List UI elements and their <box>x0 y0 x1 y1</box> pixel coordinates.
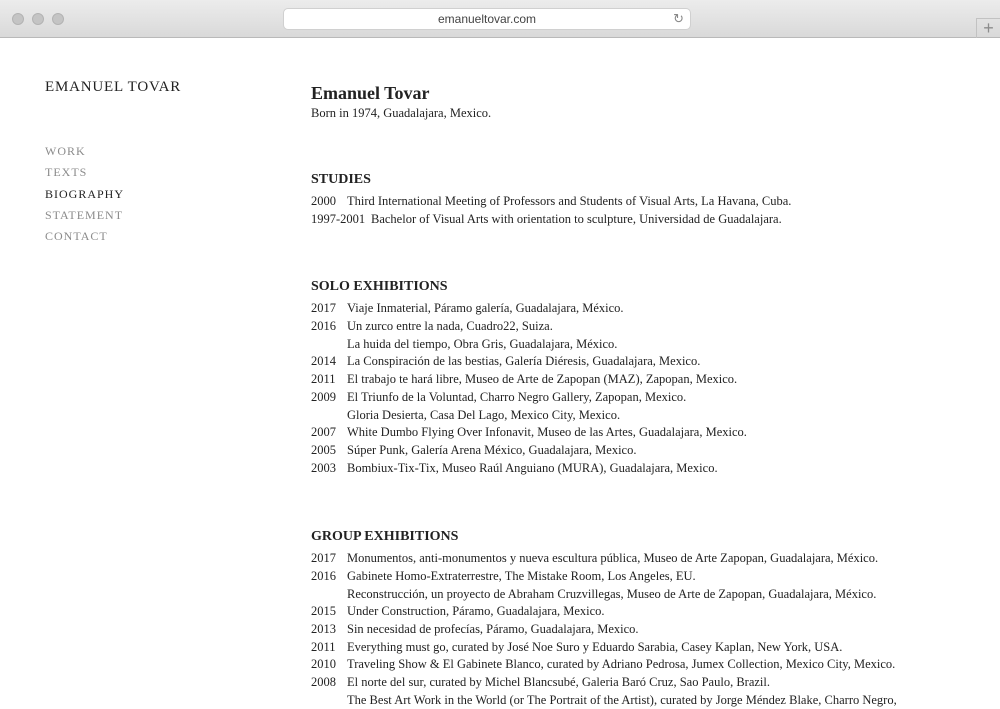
nav-item-contact[interactable]: CONTACT <box>45 229 124 250</box>
site-title[interactable]: EMANUEL TOVAR <box>45 79 181 96</box>
entry-text: La huida del tiempo, Obra Gris, Guadalaj… <box>347 336 618 351</box>
window-controls <box>12 13 64 25</box>
list-item: 2016 Gabinete Homo-Extraterrestre, The Mi… <box>311 568 991 586</box>
list-item: 2011 Everything must go, curated by José … <box>311 639 991 657</box>
url-text: emanueltovar.com <box>437 12 537 26</box>
address-bar[interactable]: emanueltovar.com ↻ <box>283 8 691 30</box>
entry-text: Traveling Show & El Gabinete Blanco, cur… <box>347 657 896 672</box>
entry-text: El norte del sur, curated by Michel Blan… <box>347 675 770 690</box>
group-exhibitions-section: GROUP EXHIBITIONS 2017 Monumentos, anti-m… <box>311 528 991 709</box>
list-item: 2009 El Triunfo de la Voluntad, Charro Ne… <box>311 389 991 407</box>
birth-info: Born in 1974, Guadalajara, Mexico. <box>311 106 492 120</box>
entry-year: 2016 <box>311 568 336 583</box>
list-item: 2017 Monumentos, anti-monumentos y nueva … <box>311 550 991 568</box>
list-item: 2003 Bombiux-Tix-Tix, Museo Raúl Anguiano… <box>311 460 991 478</box>
entry-year <box>311 586 347 604</box>
studies-section: STUDIES 2000 Third International Meeting… <box>311 171 991 228</box>
close-window-button[interactable] <box>12 13 24 25</box>
list-item: The Best Art Work in the World (or The P… <box>311 692 991 709</box>
new-tab-icon[interactable]: + <box>976 18 1000 38</box>
entry-year <box>311 692 347 709</box>
entry-year: 2011 <box>311 372 336 387</box>
list-item: 2015 Under Construction, Páramo, Guadalaj… <box>311 603 991 621</box>
entry-text: Third International Meeting of Professor… <box>347 194 792 208</box>
entry-year: 2009 <box>311 389 336 404</box>
entry-year: 1997-2001 <box>311 211 366 226</box>
entry-text: La Conspiración de las bestias, Galería … <box>347 354 701 369</box>
entry-year: 2017 <box>311 301 336 316</box>
entry-year <box>311 407 347 425</box>
list-item: 2008 El norte del sur, curated by Michel … <box>311 674 991 692</box>
entry-text: Monumentos, anti-monumentos y nueva escu… <box>347 551 879 566</box>
entry-text: Bombiux-Tix-Tix, Museo Raúl Anguiano (MU… <box>347 460 718 475</box>
entry-year: 2013 <box>311 622 336 636</box>
biography-content: Emanuel Tovar Born in 1974, Guadalajara,… <box>311 82 991 709</box>
section-title-solo-exhibitions: SOLO EXHIBITIONS <box>311 279 448 295</box>
entry-text: El Triunfo de la Voluntad, Charro Negro … <box>347 389 687 404</box>
entry-text: Gloria Desierta, Casa Del Lago, Mexico C… <box>347 407 621 422</box>
nav-item-texts[interactable]: TEXTS <box>45 165 124 186</box>
entry-year: 2003 <box>311 460 336 475</box>
entry-text: White Dumbo Flying Over Infonavit, Museo… <box>347 425 747 440</box>
list-item: 1997-2001 Bachelor of Visual Arts with o… <box>311 211 991 229</box>
entry-year: 2011 <box>311 639 336 654</box>
entry-text: Sin necesidad de profecías, Páramo, Guad… <box>347 622 639 636</box>
entry-text: El trabajo te hará libre, Museo de Arte … <box>347 372 738 387</box>
entry-text: Súper Punk, Galería Arena México, Guadal… <box>347 442 637 457</box>
entry-year: 2014 <box>311 354 336 369</box>
entry-year: 2017 <box>311 551 336 566</box>
list-item: 2014 La Conspiración de las bestias, Gale… <box>311 353 991 371</box>
entry-year: 2008 <box>311 675 336 690</box>
solo-exhibitions-section: SOLO EXHIBITIONS 2017 Viaje Inmaterial, P… <box>311 278 991 477</box>
entry-year: 2005 <box>311 442 336 457</box>
list-item: 2000 Third International Meeting of Prof… <box>311 193 991 211</box>
list-item: 2010 Traveling Show & El Gabinete Blanco,… <box>311 656 991 674</box>
list-item: La huida del tiempo, Obra Gris, Guadalaj… <box>311 336 991 354</box>
list-item: Reconstrucción, un proyecto de Abraham C… <box>311 586 991 604</box>
zoom-window-button[interactable] <box>52 13 64 25</box>
entry-text: Un zurco entre la nada, Cuadro22, Suiza. <box>347 319 553 334</box>
browser-toolbar: emanueltovar.com ↻ + <box>0 0 1000 38</box>
list-item: 2011 El trabajo te hará libre, Museo de A… <box>311 371 991 389</box>
entry-year: 2015 <box>311 604 336 619</box>
artist-name: Emanuel Tovar <box>311 83 430 103</box>
main-nav: WORK TEXTS BIOGRAPHY STATEMENT CONTACT <box>45 144 124 250</box>
entry-text: Gabinete Homo-Extraterrestre, The Mistak… <box>347 568 696 583</box>
entry-text: Everything must go, curated by José Noe … <box>347 639 843 654</box>
list-item: 2007 White Dumbo Flying Over Infonavit, M… <box>311 424 991 442</box>
entry-year <box>311 336 347 354</box>
entry-text: The Best Art Work in the World (or The P… <box>347 692 897 707</box>
entry-text: Viaje Inmaterial, Páramo galería, Guadal… <box>347 301 624 316</box>
entry-text: Under Construction, Páramo, Guadalajara,… <box>347 604 605 619</box>
list-item: 2013 Sin necesidad de profecías, Páramo, … <box>311 621 991 639</box>
entry-year: 2016 <box>311 319 336 334</box>
entry-year: 2000 <box>311 194 336 208</box>
list-item: 2017 Viaje Inmaterial, Páramo galería, Gu… <box>311 300 991 318</box>
entry-year: 2007 <box>311 425 336 440</box>
list-item: 2005 Súper Punk, Galería Arena México, Gu… <box>311 442 991 460</box>
section-title-group-exhibitions: GROUP EXHIBITIONS <box>311 529 459 545</box>
list-item: 2016 Un zurco entre la nada, Cuadro22, Su… <box>311 318 991 336</box>
nav-item-statement[interactable]: STATEMENT <box>45 208 124 229</box>
entry-text: Reconstrucción, un proyecto de Abraham C… <box>347 586 877 601</box>
nav-item-work[interactable]: WORK <box>45 144 124 165</box>
nav-item-biography[interactable]: BIOGRAPHY <box>45 187 124 208</box>
minimize-window-button[interactable] <box>32 13 44 25</box>
list-item: Gloria Desierta, Casa Del Lago, Mexico C… <box>311 407 991 425</box>
reload-icon[interactable]: ↻ <box>673 9 684 29</box>
entry-text: Bachelor of Visual Arts with orientation… <box>371 211 782 226</box>
entry-year: 2010 <box>311 657 336 672</box>
section-title-studies: STUDIES <box>311 172 371 187</box>
